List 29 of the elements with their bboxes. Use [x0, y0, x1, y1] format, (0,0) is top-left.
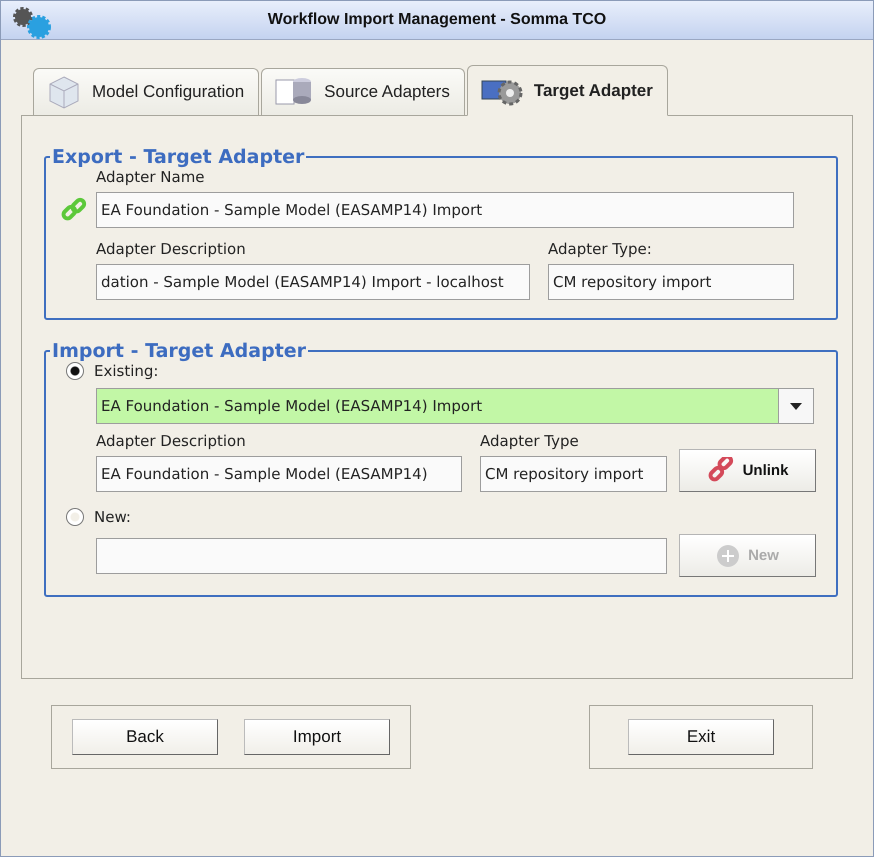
radio-label: New: [94, 508, 131, 526]
group-title: Export - Target Adapter [51, 146, 306, 168]
radio-label: Existing: [94, 362, 158, 380]
broken-link-icon [706, 456, 735, 484]
dropdown[interactable]: EA Foundation - Sample Model (EASAMP14) Import [96, 388, 814, 424]
field-label: Adapter Description [96, 432, 247, 450]
input-field[interactable]: CM repository import [548, 264, 794, 300]
radio-button[interactable] [66, 362, 84, 380]
field-label: Adapter Description [96, 240, 247, 258]
input-field[interactable]: CM repository import [480, 456, 667, 492]
field-label: Adapter Name [96, 168, 206, 186]
window-title: Workflow Import Management - Somma TCO [268, 11, 606, 29]
radio-button[interactable] [66, 508, 84, 526]
dropdown-arrow-icon [790, 402, 802, 410]
unlink-button[interactable]: Unlink [679, 449, 816, 492]
plus-circle-icon [716, 544, 740, 568]
tab[interactable]: Model Configuration [33, 68, 260, 115]
dialog-button[interactable]: Exit [628, 719, 774, 755]
input-field[interactable]: dation - Sample Model (EASAMP14) Import - localhost [96, 264, 530, 300]
input-field[interactable]: EA Foundation - Sample Model (EASAMP14) Import [96, 192, 794, 228]
tab[interactable]: Source Adapters [261, 68, 465, 115]
group-title: Import - Target Adapter [51, 340, 308, 362]
dialog-button[interactable]: Back [72, 719, 218, 755]
tab[interactable]: Target Adapter [466, 65, 668, 116]
input-field[interactable]: EA Foundation - Sample Model (EASAMP14) [96, 456, 462, 492]
field-label: Adapter Type [480, 432, 580, 450]
input-field[interactable] [96, 538, 667, 574]
field-label: Adapter Type: [548, 240, 653, 258]
dialog-button[interactable]: Import [244, 719, 390, 755]
